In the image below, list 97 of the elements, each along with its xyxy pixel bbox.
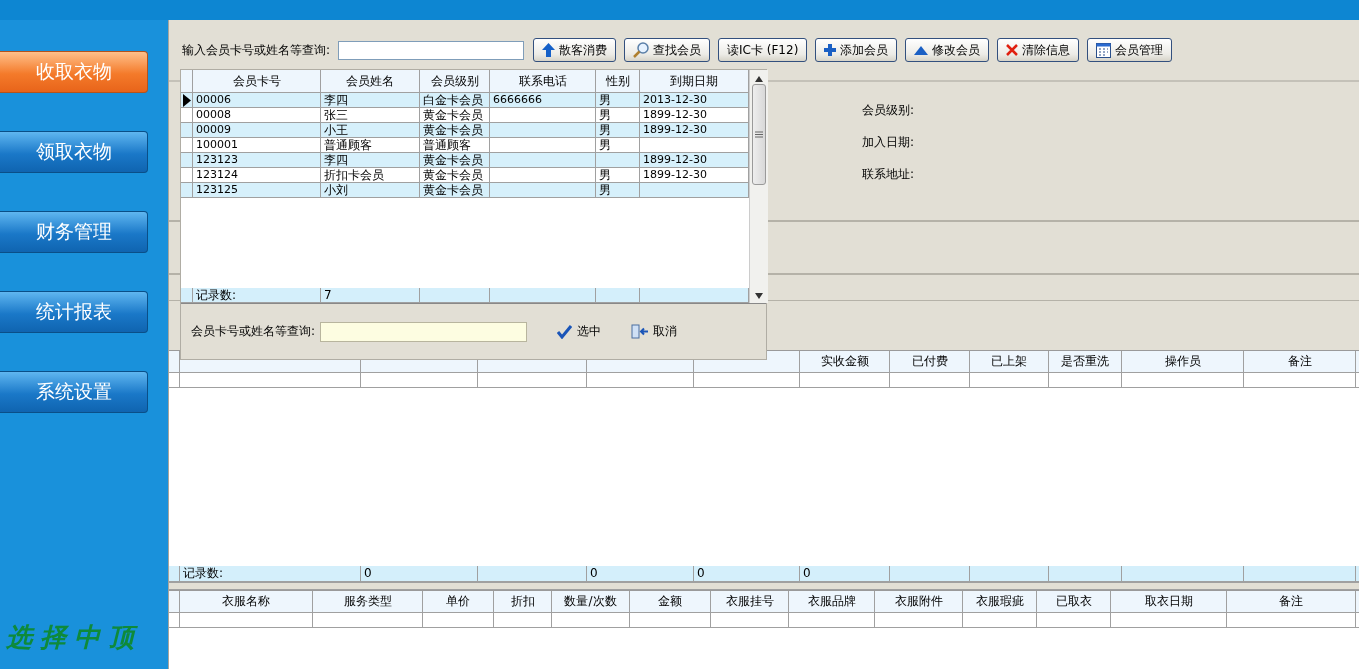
column-header[interactable]: 折扣	[494, 591, 552, 613]
column-header[interactable]: 是否重洗	[1049, 351, 1122, 373]
column-header[interactable]: 会员级别	[420, 70, 490, 93]
scroll-down-icon[interactable]	[755, 293, 763, 299]
nav-button[interactable]: 统计报表	[0, 291, 148, 333]
footer-cell: 7	[321, 288, 420, 303]
column-header[interactable]: 取衣日期	[1111, 591, 1227, 613]
table-cell[interactable]	[640, 183, 749, 198]
column-header[interactable]: 备注	[1227, 591, 1356, 613]
column-header[interactable]: 已取衣	[1037, 591, 1111, 613]
table-cell[interactable]: 黄金卡会员	[420, 183, 490, 198]
table-cell[interactable]: 123125	[193, 183, 321, 198]
close-icon	[1006, 44, 1019, 56]
table-cell[interactable]: 黄金卡会员	[420, 123, 490, 138]
column-header[interactable]: 备注	[1244, 351, 1356, 373]
search-label: 会员卡号或姓名等查询:	[191, 323, 316, 340]
table-cell[interactable]: 00009	[193, 123, 321, 138]
table-cell[interactable]: 00006	[193, 93, 321, 108]
footer-cell: 0	[361, 566, 478, 582]
footer-cell: 0	[587, 566, 694, 582]
column-header[interactable]: 衣服名称	[180, 591, 313, 613]
nav-button[interactable]: 系统设置	[0, 371, 148, 413]
nav-button[interactable]: 领取衣物	[0, 131, 148, 173]
column-header[interactable]: 衣服挂号	[711, 591, 789, 613]
table-cell[interactable]	[490, 123, 596, 138]
column-header[interactable]: 数量/次数	[552, 591, 630, 613]
footer-cell	[420, 288, 490, 303]
toolbar-button[interactable]: 添加会员	[815, 38, 898, 62]
row-indicator[interactable]	[181, 93, 193, 108]
row-indicator	[181, 288, 193, 303]
table-cell[interactable]: 男	[596, 183, 640, 198]
exit-door-icon	[631, 324, 649, 339]
table-cell	[423, 613, 494, 628]
table-cell[interactable]	[596, 153, 640, 168]
column-header[interactable]: 单价	[423, 591, 494, 613]
column-header[interactable]: 衣服品牌	[789, 591, 875, 613]
scrollbar[interactable]	[749, 70, 768, 303]
triangle-icon	[914, 45, 929, 55]
table-cell[interactable]	[490, 183, 596, 198]
scroll-up-icon[interactable]	[755, 76, 763, 82]
popup-button[interactable]: 选中	[553, 321, 606, 342]
column-header[interactable]: 联系电话	[490, 70, 596, 93]
search-field[interactable]	[338, 40, 525, 60]
header-cell	[181, 70, 193, 93]
table-cell[interactable]: 黄金卡会员	[420, 153, 490, 168]
column-header[interactable]: 性别	[596, 70, 640, 93]
nav-button[interactable]: 财务管理	[0, 211, 148, 253]
calendar-icon	[1096, 42, 1112, 58]
search-label: 输入会员卡号或姓名等查询:	[182, 41, 331, 59]
column-header[interactable]: 已上架	[970, 351, 1049, 373]
table-cell[interactable]: 白金卡会员	[420, 93, 490, 108]
column-header[interactable]: 会员姓名	[321, 70, 420, 93]
footer-cell: 0	[694, 566, 800, 582]
table-cell[interactable]: 李四	[321, 153, 420, 168]
toolbar-button[interactable]: 读IC卡 (F12)	[718, 38, 808, 62]
column-header[interactable]: 衣服瑕疵	[963, 591, 1037, 613]
footer-cell: 记录数:	[180, 566, 361, 582]
table-cell[interactable]: 男	[596, 93, 640, 108]
table-cell	[494, 613, 552, 628]
column-header[interactable]: 已付费	[890, 351, 970, 373]
toolbar-button[interactable]: 会员管理	[1087, 38, 1173, 62]
column-header[interactable]: 操作员	[1122, 351, 1244, 373]
table-cell[interactable]: 李四	[321, 93, 420, 108]
toolbar-button[interactable]: 查找会员	[624, 38, 711, 62]
table-cell[interactable]: 1899-12-30	[640, 123, 749, 138]
toolbar-button[interactable]: 散客消费	[533, 38, 617, 62]
column-header[interactable]: 金额	[630, 591, 711, 613]
column-header[interactable]: 服务类型	[313, 591, 423, 613]
column-header[interactable]: 会员卡号	[193, 70, 321, 93]
field-label: 加入日期:	[862, 134, 916, 151]
search-icon	[633, 42, 650, 58]
plus-icon	[824, 44, 837, 56]
search-field[interactable]	[320, 321, 528, 342]
footer-cell	[596, 288, 640, 303]
field-label: 联系地址:	[862, 166, 916, 183]
table-cell[interactable]: 男	[596, 123, 640, 138]
footer-cell: 记录数:	[193, 288, 321, 303]
splitter[interactable]	[169, 582, 1359, 590]
table-cell[interactable]: 123123	[193, 153, 321, 168]
footer-cell: 0	[800, 566, 890, 582]
table-cell[interactable]	[490, 153, 596, 168]
column-header[interactable]: 到期日期	[640, 70, 749, 93]
column-header[interactable]: 衣服附件	[875, 591, 963, 613]
table-cell[interactable]: 小王	[321, 123, 420, 138]
column-header[interactable]: 实收金额	[800, 351, 890, 373]
up-arrow-icon	[542, 43, 556, 57]
toolbar-button[interactable]: 修改会员	[905, 38, 990, 62]
popup-button[interactable]: 取消	[627, 321, 682, 342]
table-cell[interactable]: 6666666	[490, 93, 596, 108]
table-cell[interactable]: 1899-12-30	[640, 153, 749, 168]
grip-icon	[755, 131, 763, 138]
field-label: 会员级别:	[862, 102, 916, 119]
toolbar-button[interactable]: 清除信息	[997, 38, 1080, 62]
logo-text: 选择中顶	[6, 621, 142, 654]
check-icon	[557, 324, 573, 339]
table-cell[interactable]: 小刘	[321, 183, 420, 198]
table-cell[interactable]: 2013-12-30	[640, 93, 749, 108]
